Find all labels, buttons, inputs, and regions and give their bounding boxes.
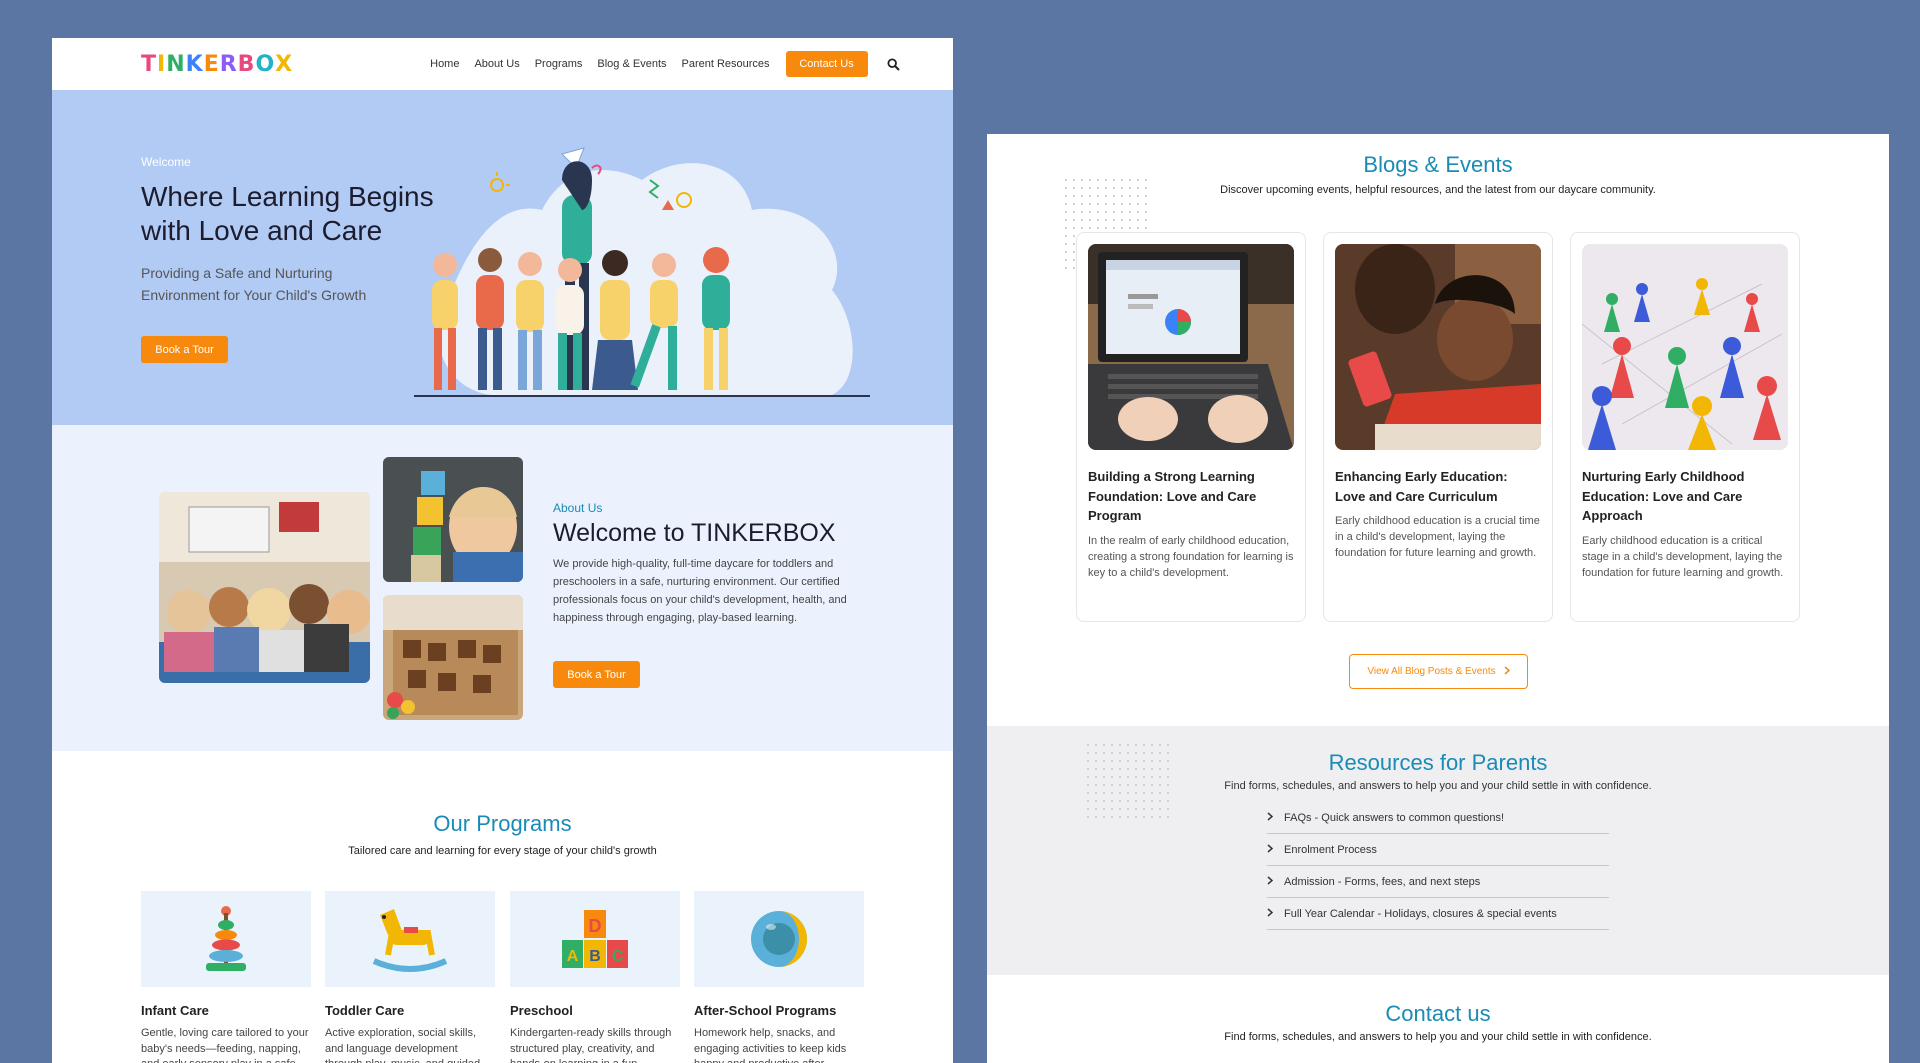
nav-home[interactable]: Home (430, 58, 459, 70)
resources-section: Resources for Parents Find forms, schedu… (987, 726, 1889, 975)
blog-title: Nurturing Early Childhood Education: Lov… (1582, 469, 1745, 523)
chevron-right-icon (1504, 665, 1510, 678)
blog-desc: Early childhood education is a crucial t… (1335, 515, 1540, 559)
blog-card[interactable]: Building a Strong Learning Foundation: L… (1076, 232, 1306, 622)
svg-text:B: B (589, 948, 601, 965)
laptop-photo (1088, 244, 1294, 450)
program-card-preschool[interactable]: D A B C Preschool Kindergarten-ready ski… (510, 891, 680, 1063)
blog-card[interactable]: Enhancing Early Education: Love and Care… (1323, 232, 1553, 622)
chevron-right-icon (1267, 843, 1277, 856)
resource-item-faqs[interactable]: FAQs - Quick answers to common questions… (1267, 802, 1609, 834)
view-all-label: View All Blog Posts & Events (1367, 666, 1496, 677)
logo-letter: B (237, 51, 256, 77)
program-card-toddler[interactable]: Toddler Care Active exploration, social … (325, 891, 495, 1063)
nav-about-us[interactable]: About Us (474, 58, 519, 70)
program-image (325, 891, 495, 987)
blog-title: Building a Strong Learning Foundation: L… (1088, 469, 1257, 523)
blog-desc: In the realm of early childhood educatio… (1088, 535, 1294, 579)
contact-title: Contact us (1385, 1001, 1491, 1026)
program-title: Toddler Care (325, 1003, 405, 1018)
programs-title: Our Programs (433, 811, 572, 836)
game-pieces-photo (1582, 244, 1788, 450)
resource-item-enrolment[interactable]: Enrolment Process (1267, 834, 1609, 866)
children-group-illustration (414, 147, 870, 397)
programs-section: Our Programs Tailored care and learning … (52, 751, 953, 1063)
hero-section: Welcome Where Learning Begins with Love … (52, 90, 953, 425)
program-title: After-School Programs (694, 1003, 837, 1018)
resource-item-label: FAQs - Quick answers to common questions… (1284, 811, 1505, 824)
program-image (694, 891, 864, 987)
about-eyebrow: About Us (553, 501, 603, 515)
svg-text:A: A (567, 948, 579, 965)
contact-us-button[interactable]: Contact Us (785, 51, 868, 77)
program-desc: Active exploration, social skills, and l… (325, 1027, 480, 1063)
abc-blocks-icon: D A B C (562, 910, 628, 968)
main-menu: Home About Us Programs Blog & Events Par… (430, 51, 900, 77)
svg-text:C: C (612, 948, 624, 965)
contact-subtitle: Find forms, schedules, and answers to he… (1224, 1031, 1652, 1043)
blogs-title: Blogs & Events (1363, 152, 1513, 177)
logo-letter: R (219, 51, 238, 77)
stacking-rings-icon (206, 906, 246, 971)
search-icon[interactable] (887, 57, 900, 71)
child-tablet-photo (1335, 244, 1541, 450)
about-book-tour-button[interactable]: Book a Tour (553, 661, 640, 688)
toddler-blocks-photo (383, 457, 523, 582)
logo[interactable]: TINKERBOX (141, 52, 293, 77)
resource-item-label: Full Year Calendar - Holidays, closures … (1284, 907, 1557, 920)
top-navbar: TINKERBOX Home About Us Programs Blog & … (52, 38, 953, 90)
hero-subtitle: Providing a Safe and Nurturing Environme… (141, 265, 367, 303)
blogs-subtitle: Discover upcoming events, helpful resour… (1220, 184, 1656, 196)
chevron-right-icon (1267, 875, 1277, 888)
logo-letter: I (157, 51, 167, 77)
homepage-left-panel: TINKERBOX Home About Us Programs Blog & … (52, 38, 953, 1063)
nav-programs[interactable]: Programs (535, 58, 583, 70)
svg-text:D: D (589, 916, 602, 936)
program-desc: Kindergarten-ready skills through struct… (510, 1027, 672, 1063)
blog-card[interactable]: Nurturing Early Childhood Education: Lov… (1570, 232, 1800, 622)
homepage-right-panel: Blogs & Events Discover upcoming events,… (987, 134, 1889, 1063)
about-body: We provide high-quality, full-time dayca… (553, 558, 847, 624)
logo-letter: X (275, 51, 294, 77)
ball-icon (751, 911, 807, 967)
program-title: Preschool (510, 1003, 573, 1018)
about-title: Welcome to TINKERBOX (553, 519, 836, 547)
resources-subtitle: Find forms, schedules, and answers to he… (1224, 780, 1652, 792)
program-card-infant[interactable]: Infant Care Gentle, loving care tailored… (141, 891, 311, 1063)
program-desc: Gentle, loving care tailored to your bab… (141, 1027, 309, 1063)
program-desc: Homework help, snacks, and engaging acti… (694, 1027, 847, 1063)
logo-letter: E (203, 51, 220, 77)
resource-item-calendar[interactable]: Full Year Calendar - Holidays, closures … (1267, 898, 1609, 930)
logo-letter: N (166, 51, 186, 77)
logo-letter: T (141, 51, 158, 77)
hero-eyebrow: Welcome (141, 155, 191, 169)
nav-parent-resources[interactable]: Parent Resources (682, 58, 770, 70)
resource-item-admission[interactable]: Admission - Forms, fees, and next steps (1267, 866, 1609, 898)
logo-letter: K (185, 51, 204, 77)
nav-blog-events[interactable]: Blog & Events (597, 58, 666, 70)
about-section: About Us Welcome to TINKERBOX We provide… (52, 425, 953, 751)
wooden-toys-photo (383, 595, 523, 720)
logo-letter: O (255, 51, 276, 77)
blog-desc: Early childhood education is a critical … (1582, 535, 1784, 579)
program-title: Infant Care (141, 1003, 209, 1018)
programs-tagline: Tailored care and learning for every sta… (348, 845, 657, 857)
chevron-right-icon (1267, 907, 1277, 920)
program-card-after-school[interactable]: After-School Programs Homework help, sna… (694, 891, 864, 1063)
chevron-right-icon (1267, 811, 1277, 824)
resource-item-label: Admission - Forms, fees, and next steps (1284, 875, 1481, 888)
book-tour-button[interactable]: Book a Tour (141, 336, 228, 363)
program-image: D A B C (510, 891, 680, 987)
view-all-posts-button[interactable]: View All Blog Posts & Events (1349, 654, 1528, 689)
rocking-horse-icon (372, 909, 448, 972)
program-image (141, 891, 311, 987)
classroom-photo (159, 492, 370, 683)
resources-title: Resources for Parents (1328, 750, 1548, 775)
resource-item-label: Enrolment Process (1284, 843, 1377, 856)
blog-title: Enhancing Early Education: Love and Care… (1335, 469, 1508, 504)
